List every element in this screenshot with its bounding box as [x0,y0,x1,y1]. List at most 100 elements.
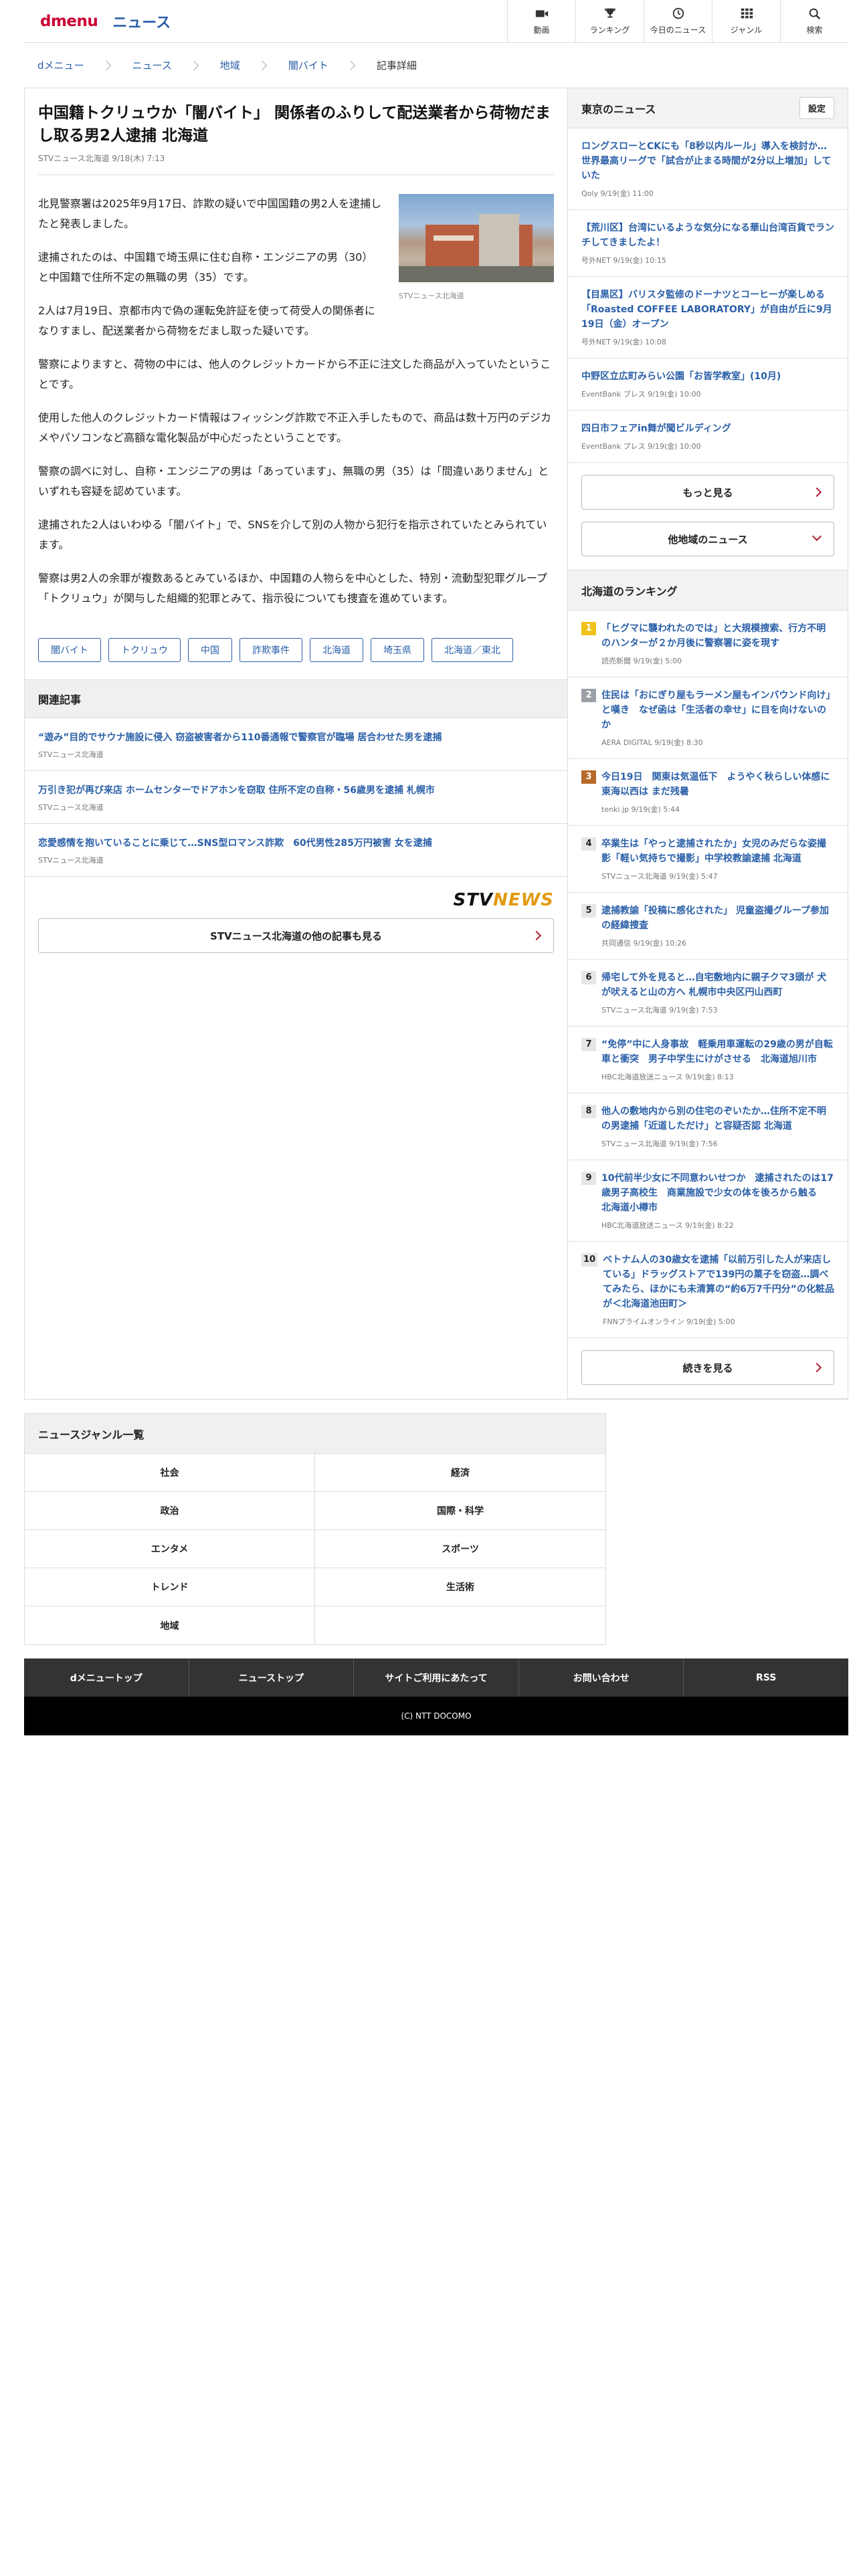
rank-badge: 5 [581,904,596,918]
ranking-item[interactable]: 8 他人の敷地内から別の住宅のぞいたか…住所不定不明の男逮捕「近道しただけ」と容疑… [568,1093,848,1160]
content-columns: 中国籍トクリュウか「闇バイト」 関係者のふりして配送業者から荷物だまし取る男2人… [24,88,848,1399]
tokyo-news-heading: 東京のニュース [581,102,656,116]
ranking-item[interactable]: 6 帰宅して外を見ると…自宅敷地内に親子クマ3頭が 犬が吠えると山の方へ 札幌市中… [568,960,848,1027]
footer-rss[interactable]: RSS [684,1658,848,1697]
other-region-button[interactable]: 他地域のニュース [581,522,834,556]
news-meta: EventBank プレス 9/19(金) 10:00 [581,390,701,399]
ranking-meta: AERA DIGITAL 9/19(金) 8:30 [601,738,703,747]
chevron-right-icon [189,60,199,70]
genre-link[interactable]: 政治 [25,1492,315,1530]
article-paragraph: 逮捕された2人はいわゆる「闇バイト」で、SNSを介して別の人物から犯行を指示され… [38,518,547,551]
ranking-heading: 北海道のランキング [568,570,848,611]
genre-link[interactable]: トレンド [25,1568,315,1606]
ranking-title: 10代前半少女に不同意わいせつか 逮捕されたのは17歳男子高校生 商業施設で少女… [601,1173,834,1213]
footer-news-top[interactable]: ニューストップ [189,1658,355,1697]
article-photo[interactable] [399,194,554,282]
genre-link[interactable]: 国際・科学 [315,1492,605,1530]
article-figure[interactable]: STVニュース北海道 [399,194,554,306]
grid-icon [741,8,753,19]
breadcrumb-news[interactable]: ニュース [132,58,172,72]
news-title: 四日市フェアin舞が聞ビルディング [581,423,731,434]
continue-button[interactable]: 続きを見る [581,1350,834,1385]
rank-badge: 7 [581,1038,596,1051]
related-articles: 関連記事 “遊み”目的でサウナ施設に侵入 窃盗被害者から110番通報で警察官が臨… [25,679,567,877]
tokyo-news-item[interactable]: 【目黒区】バリスタ監修のドーナツとコーヒーが楽しめる「Roasted COFFE… [568,277,848,358]
tag[interactable]: 闇バイト [38,638,101,662]
breadcrumb: dメニュー ニュース 地域 闇バイト 記事詳細 [24,43,848,88]
tokyo-news-item[interactable]: 【荒川区】台湾にいるような気分になる華山台湾百貨でランチしてきましたよ！ 号外N… [568,210,848,277]
ranking-item[interactable]: 5 逮捕教諭「投稿に感化された」 児童盗撮グループ参加の経緯捜査 共同通信 9/19… [568,893,848,960]
tag[interactable]: 北海道／東北 [432,638,513,662]
site-header: dmenu ニュース 動画 ランキング 今日のニュース ジャンル 検索 [24,0,848,43]
breadcrumb-region[interactable]: 地域 [220,58,240,72]
more-button[interactable]: もっと見る [581,475,834,510]
rank-badge: 10 [581,1253,598,1267]
nav-genre-label: ジャンル [730,25,763,35]
stv-news-logo[interactable]: STVNEWS [453,890,554,910]
nav-search-label: 検索 [806,25,823,35]
ranking-title: ベトナム人の30歳女を逮捕「以前万引した人が来店している」ドラッグストアで139… [603,1255,834,1309]
dmenu-logo[interactable]: dmenu [40,13,98,30]
rank-badge: 4 [581,837,596,851]
ranking-title: 他人の敷地内から別の住宅のぞいたか…住所不定不明の男逮捕「近道しただけ」と容疑否… [601,1106,826,1132]
ranking-title: 卒業生は「やっと逮捕されたか」女児のみだらな姿撮影「軽い気持ちで撮影」中学校教諭… [601,839,826,864]
ranking-item[interactable]: 3 今日19日 関東は気温低下 ようやく秋らしい体感に 東海以西は まだ残暑 ten… [568,759,848,826]
ranking-item[interactable]: 10 ベトナム人の30歳女を逮捕「以前万引した人が来店している」ドラッグストアで1… [568,1242,848,1338]
genre-link[interactable]: 経済 [315,1454,605,1492]
article-title: 中国籍トクリュウか「闇バイト」 関係者のふりして配送業者から荷物だまし取る男2人… [38,104,551,144]
footer-dmenu-top[interactable]: dメニュートップ [24,1658,189,1697]
news-logo[interactable]: ニュース [112,11,171,32]
nav-video[interactable]: 動画 [507,0,575,42]
ranking-title: 帰宅して外を見ると…自宅敷地内に親子クマ3頭が 犬が吠えると山の方へ 札幌市中央… [601,972,827,998]
ranking-item[interactable]: 1 「ヒグマに襲われたのでは」と大規模捜索、行方不明のハンターが２か月後に警察署に… [568,611,848,677]
breadcrumb-current: 記事詳細 [376,60,417,72]
stv-logo-row: STVNEWS [25,877,567,918]
tokyo-news-item[interactable]: 四日市フェアin舞が聞ビルディング EventBank プレス 9/19(金) … [568,411,848,463]
tag[interactable]: 埼玉県 [371,638,424,662]
ranking-meta: HBC北海道放送ニュース 9/19(金) 8:13 [601,1073,734,1081]
settings-button[interactable]: 設定 [799,97,834,119]
tag[interactable]: 中国 [188,638,232,662]
ranking-item[interactable]: 2 住民は「おにぎり屋もラーメン屋もインバウンド向け」と嘆き なぜ函は「生活者の幸… [568,677,848,759]
tokyo-news-item[interactable]: 中野区立広町みらい公園「お皆学教室」(10月) EventBank プレス 9/… [568,358,848,411]
related-item[interactable]: “遊み”目的でサウナ施設に侵入 窃盗被害者から110番通報で警察官が臨場 居合わ… [25,718,567,771]
nav-today[interactable]: 今日のニュース [644,0,712,42]
search-icon [809,8,820,20]
ranking-meta: FNNプライムオンライン 9/19(金) 5:00 [603,1317,735,1326]
more-stv-button[interactable]: STVニュース北海道の他の記事も見る [38,918,554,953]
rank-badge: 2 [581,689,596,702]
genre-link[interactable]: 生活術 [315,1568,605,1606]
genre-link[interactable]: 地域 [25,1606,315,1644]
photo-caption: STVニュース北海道 [399,292,464,300]
news-meta: Qoly 9/19(金) 11:00 [581,189,654,198]
ranking-item[interactable]: 9 10代前半少女に不同意わいせつか 逮捕されたのは17歳男子高校生 商業施設で少… [568,1160,848,1242]
breadcrumb-dmenu[interactable]: dメニュー [37,58,84,72]
ranking-item[interactable]: 4 卒業生は「やっと逮捕されたか」女児のみだらな姿撮影「軽い気持ちで撮影」中学校教… [568,826,848,893]
footer-contact[interactable]: お問い合わせ [519,1658,684,1697]
tag[interactable]: 詐欺事件 [240,638,302,662]
more-stv-wrap: STVニュース北海道の他の記事も見る [38,918,554,953]
genre-grid: 社会 経済 政治 国際・科学 エンタメ スポーツ トレンド 生活術 地域 [25,1454,605,1644]
related-title: 恋愛感情を抱いていることに乗じて…SNS型ロマンス詐欺 60代男性285万円被害… [38,838,432,849]
tag[interactable]: 北海道 [310,638,363,662]
tag[interactable]: トクリュウ [108,638,181,662]
breadcrumb-yami-baito[interactable]: 闇バイト [288,58,328,72]
article: 中国籍トクリュウか「闇バイト」 関係者のふりして配送業者から荷物だまし取る男2人… [25,88,567,638]
related-source: STVニュース北海道 [38,750,104,759]
logo[interactable]: dmenu ニュース [24,0,171,42]
genre-link[interactable]: エンタメ [25,1530,315,1568]
nav-genre[interactable]: ジャンル [712,0,780,42]
ranking-item[interactable]: 7 “免停”中に人身事故 軽乗用車運転の29歳の男が自転車と衝突 男子中学生にけが… [568,1027,848,1093]
nav-search[interactable]: 検索 [780,0,848,42]
nav-ranking[interactable]: ランキング [575,0,644,42]
related-item[interactable]: 恋愛感情を抱いていることに乗じて…SNS型ロマンス詐欺 60代男性285万円被害… [25,824,567,877]
tokyo-news-item[interactable]: ロングスローとCKにも「8秒以内ルール」導入を検討か…世界最高リーグで「試合が止… [568,128,848,210]
genre-link[interactable]: スポーツ [315,1530,605,1568]
footer-terms[interactable]: サイトご利用にあたって [354,1658,519,1697]
genre-link[interactable]: 社会 [25,1454,315,1492]
related-title: “遊み”目的でサウナ施設に侵入 窃盗被害者から110番通報で警察官が臨場 居合わ… [38,732,442,743]
news-title: ロングスローとCKにも「8秒以内ルール」導入を検討か…世界最高リーグで「試合が止… [581,141,832,181]
related-item[interactable]: 万引き犯が再び来店 ホームセンターでドアホンを窃取 住所不定の自称・56歳男を逮… [25,771,567,824]
rank-badge: 3 [581,770,596,784]
clock-icon [672,7,684,19]
